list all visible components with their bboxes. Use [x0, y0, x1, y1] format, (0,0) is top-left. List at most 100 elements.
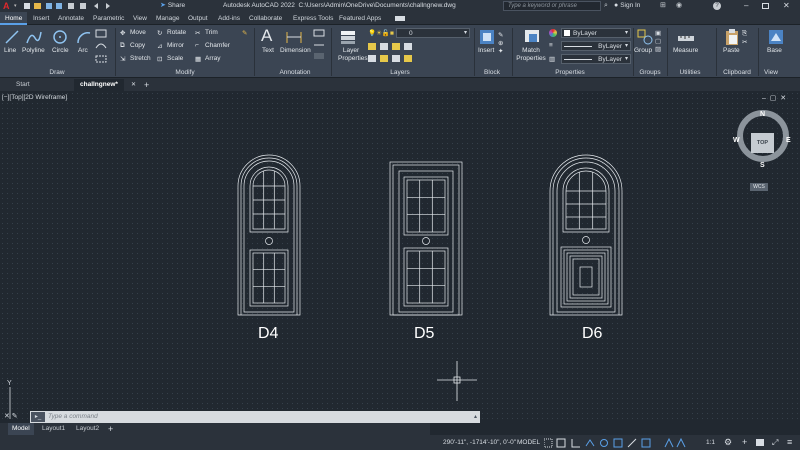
layer-properties-button[interactable]: Layer Properties	[338, 47, 368, 63]
tab-parametric[interactable]: Parametric	[93, 12, 124, 25]
copy-button[interactable]: Copy	[130, 42, 145, 49]
tab-layout2[interactable]: Layout2	[72, 423, 103, 435]
compass-south[interactable]: S	[760, 162, 765, 169]
chevron-up-icon[interactable]: ▴	[474, 411, 477, 423]
match-properties-button[interactable]: Match Properties	[516, 47, 546, 63]
scale-button[interactable]: Scale	[167, 55, 183, 62]
chamfer-button[interactable]: Chamfer	[205, 42, 230, 49]
tab-collaborate[interactable]: Collaborate	[249, 12, 282, 25]
tab-add-ins[interactable]: Add-ins	[218, 12, 240, 25]
view-group-label[interactable]: View	[760, 68, 782, 77]
lineweight-dropdown[interactable]: ByLayer ▾	[561, 54, 631, 64]
measure-button[interactable]: Measure	[673, 47, 698, 54]
annotation-more-icons[interactable]	[313, 29, 327, 61]
tab-featured-apps[interactable]: Featured Apps	[339, 12, 381, 25]
paste-icon[interactable]	[724, 28, 740, 46]
tab-start[interactable]: Start	[10, 79, 36, 91]
door-d4-drawing[interactable]	[237, 154, 301, 316]
tab-view[interactable]: View	[133, 12, 147, 25]
trim-button[interactable]: Trim	[205, 29, 218, 36]
erase-icon[interactable]: ✎	[242, 29, 247, 37]
utilities-group-label[interactable]: Utilities	[673, 68, 707, 77]
layer-tool-icons[interactable]	[368, 42, 468, 64]
tab-insert[interactable]: Insert	[33, 12, 49, 25]
clipboard-tool-icons[interactable]: ⎘ ✂	[742, 30, 747, 46]
autocad-logo-icon[interactable]: A	[3, 0, 13, 12]
add-icon[interactable]: +	[742, 435, 747, 450]
mirror-button[interactable]: Mirror	[167, 42, 184, 49]
tab-express-tools[interactable]: Express Tools	[293, 12, 333, 25]
move-button[interactable]: Move	[130, 29, 146, 36]
layer-state-icons[interactable]: 💡☀🔓■	[368, 29, 394, 37]
isolate-objects-icon[interactable]	[756, 439, 764, 446]
search-icon[interactable]: ⌕	[604, 0, 608, 12]
tab-layout1[interactable]: Layout1	[38, 423, 69, 435]
command-line-controls[interactable]: ✕ ✎	[4, 412, 18, 420]
text-button[interactable]: Text	[262, 47, 274, 54]
rotate-button[interactable]: Rotate	[167, 29, 186, 36]
modify-group-label[interactable]: Modify	[165, 68, 205, 77]
base-button[interactable]: Base	[767, 47, 782, 54]
cart-icon[interactable]: ⊞	[660, 0, 666, 12]
door-d6-drawing[interactable]	[549, 154, 623, 316]
viewcube[interactable]: TOP N S W E	[733, 106, 793, 169]
tab-model[interactable]: Model	[8, 423, 34, 435]
polyline-icon[interactable]	[26, 29, 42, 45]
viewcube-top-face[interactable]: TOP	[751, 133, 774, 153]
help-icon[interactable]: ?	[713, 2, 721, 10]
arc-icon[interactable]	[76, 29, 92, 45]
viewport-window-controls[interactable]: – ▢ ✕	[762, 94, 786, 102]
drafting-toggle-icons[interactable]	[544, 438, 654, 448]
share-button[interactable]: ➤ Share	[160, 0, 185, 12]
arc-button[interactable]: Arc	[78, 47, 88, 54]
measure-icon[interactable]	[677, 28, 695, 46]
minimize-icon[interactable]: –	[744, 0, 748, 12]
customize-menu-icon[interactable]: ≡	[787, 435, 792, 450]
linetype-dropdown[interactable]: ByLayer ▾	[561, 41, 631, 51]
properties-group-label[interactable]: Properties	[550, 68, 590, 77]
tab-manage[interactable]: Manage	[156, 12, 180, 25]
layers-group-label[interactable]: Layers	[385, 68, 415, 77]
match-properties-icon[interactable]	[523, 28, 541, 46]
paste-button[interactable]: Paste	[723, 47, 740, 54]
command-line[interactable]: ▸_ Type a command ▴	[30, 411, 480, 423]
compass-east[interactable]: E	[786, 137, 791, 144]
groups-group-label[interactable]: Groups	[636, 68, 664, 77]
base-view-icon[interactable]	[767, 28, 785, 46]
model-space-button[interactable]: MODEL	[517, 435, 540, 450]
list-icon[interactable]: ≡	[549, 42, 553, 49]
draw-more-icons[interactable]	[94, 28, 114, 64]
group-button[interactable]: Group	[634, 47, 652, 54]
app-menu-chevron-icon[interactable]: ▾	[14, 0, 17, 12]
new-tab-icon[interactable]: +	[144, 79, 149, 91]
color-wheel-icon[interactable]	[549, 29, 557, 37]
workspace-gear-icon[interactable]: ⚙	[724, 435, 732, 450]
transparency-icon[interactable]: ▥	[549, 55, 555, 63]
insert-button[interactable]: Insert	[478, 47, 494, 54]
line-button[interactable]: Line	[4, 47, 16, 54]
tab-home[interactable]: Home	[0, 12, 28, 25]
quick-access-icons[interactable]	[24, 2, 154, 10]
color-dropdown[interactable]: ByLayer ▾	[561, 28, 631, 38]
text-icon[interactable]: A	[261, 26, 272, 46]
command-prompt-icon[interactable]: ▸_	[31, 412, 45, 422]
coordinates-readout[interactable]: 290'-11", -1714'-10", 0'-0"	[443, 435, 516, 450]
compass-north[interactable]: N	[760, 111, 765, 118]
group-icon[interactable]	[636, 28, 654, 46]
layer-dropdown[interactable]: 0 ▾	[396, 28, 470, 38]
maximize-icon[interactable]	[762, 3, 769, 9]
array-button[interactable]: Array	[205, 55, 221, 62]
layer-properties-icon[interactable]	[339, 29, 359, 45]
block-group-label[interactable]: Block	[480, 68, 504, 77]
fullscreen-icon[interactable]: ⤢	[772, 435, 778, 450]
close-icon[interactable]: ✕	[783, 0, 790, 12]
polyline-button[interactable]: Polyline	[22, 47, 45, 54]
tab-close-icon[interactable]: ✕	[131, 79, 136, 91]
compass-west[interactable]: W	[733, 137, 740, 144]
group-tool-icons[interactable]: ▣ ▢ ▨	[655, 29, 661, 53]
tab-output[interactable]: Output	[188, 12, 208, 25]
viewport-controls-label[interactable]: [−][Top][2D Wireframe]	[2, 94, 67, 101]
ribbon-options-icon[interactable]	[395, 16, 405, 21]
block-tool-icons[interactable]: ✎ ⊕ ✦	[498, 31, 503, 55]
search-input[interactable]: Type a keyword or phrase	[503, 1, 601, 11]
